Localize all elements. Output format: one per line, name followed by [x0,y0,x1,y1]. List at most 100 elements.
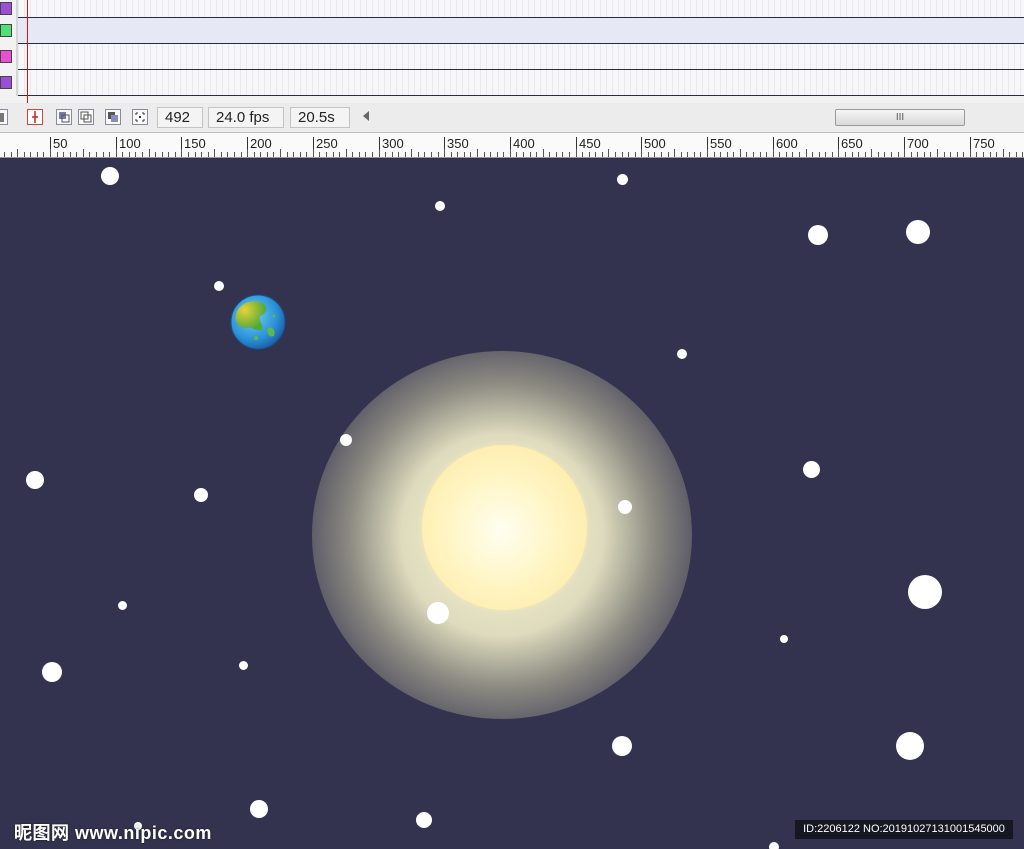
ruler-minor-tick [122,152,123,157]
ruler-label: 400 [513,136,535,151]
ruler-minor-tick [720,152,721,157]
layer-color-swatch[interactable] [0,2,12,15]
ruler-minor-tick [838,149,839,157]
sun[interactable] [422,445,587,610]
ruler-minor-tick [168,152,169,157]
ruler-minor-tick [576,149,577,157]
ruler-minor-tick [622,152,623,157]
ruler-minor-tick [319,152,320,157]
layer-frames-track[interactable] [18,0,1024,18]
ruler-minor-tick [569,152,570,157]
layer-row[interactable] [0,44,1024,70]
ruler-minor-tick [96,152,97,157]
layer-color-swatch[interactable] [0,76,12,89]
ruler-minor-tick [470,152,471,157]
star [427,602,449,624]
ruler-minor-tick [510,149,511,157]
ruler-minor-tick [648,152,649,157]
star [238,660,248,670]
ruler-minor-tick [438,152,439,157]
onion-skin-icon[interactable] [56,109,72,125]
ruler-minor-tick [1022,152,1023,157]
ruler-minor-tick [30,152,31,157]
edit-multiple-frames-icon[interactable] [105,109,121,125]
layer-color-swatch[interactable] [0,50,12,63]
ruler-minor-tick [175,152,176,157]
playhead-marker[interactable] [27,0,28,103]
ruler-minor-tick [582,152,583,157]
delete-layer-icon[interactable] [0,109,8,125]
ruler-label: 500 [644,136,666,151]
ruler-minor-tick [674,149,675,157]
layer-frames-track[interactable] [18,70,1024,96]
ruler-minor-tick [970,149,971,157]
ruler-minor-tick [247,149,248,157]
scroll-left-arrow-icon[interactable] [363,111,369,121]
ruler-minor-tick [700,152,701,157]
ruler-minor-tick [188,152,189,157]
ruler-minor-tick [484,152,485,157]
image-id-watermark: ID:2206122 NO:20191027131001545000 [795,820,1013,839]
layer-row[interactable] [0,70,1024,96]
stage-canvas[interactable] [0,158,1024,849]
ruler-minor-tick [392,152,393,157]
layer-row[interactable] [0,18,1024,44]
ruler-label: 750 [973,136,995,151]
ruler-minor-tick [806,149,807,157]
ruler-minor-tick [333,152,334,157]
ruler-minor-tick [451,152,452,157]
ruler-minor-tick [746,152,747,157]
ruler-minor-tick [852,152,853,157]
ruler-minor-tick [260,152,261,157]
ruler-minor-tick [142,152,143,157]
ruler-minor-tick [595,152,596,157]
ruler-minor-tick [162,152,163,157]
ruler-minor-tick [379,149,380,157]
horizontal-scrollbar-thumb[interactable]: III [835,109,965,126]
ruler-minor-tick [201,152,202,157]
star [769,842,779,849]
star [340,434,352,446]
ruler-minor-tick [135,152,136,157]
ruler-label: 700 [907,136,929,151]
ruler-label: 300 [382,136,404,151]
layer-row[interactable] [0,0,1024,18]
current-frame-field[interactable]: 492 [157,107,203,128]
elapsed-time-field: 20.5s [290,107,350,128]
ruler-label: 250 [316,136,338,151]
ruler-minor-tick [70,152,71,157]
ruler-minor-tick [280,149,281,157]
ruler-minor-tick [4,152,5,157]
ruler-minor-tick [944,152,945,157]
star [780,635,788,643]
layer-color-swatch[interactable] [0,24,12,37]
star [618,500,632,514]
center-frame-icon[interactable] [27,109,43,125]
layer-frames-track[interactable] [18,18,1024,44]
ruler-minor-tick [221,152,222,157]
frame-rate-field[interactable]: 24.0 fps [208,107,284,128]
onion-skin-outlines-icon[interactable] [78,109,94,125]
star [808,225,828,245]
earth-globe-icon[interactable] [230,294,286,350]
ruler-minor-tick [983,152,984,157]
ruler-minor-tick [589,152,590,157]
ruler-minor-tick [963,152,964,157]
ruler-minor-tick [753,152,754,157]
modify-onion-markers-icon[interactable] [132,109,148,125]
ruler-minor-tick [227,152,228,157]
ruler-minor-tick [385,152,386,157]
ruler-minor-tick [727,152,728,157]
ruler-minor-tick [11,152,12,157]
ruler-minor-tick [155,152,156,157]
ruler-minor-tick [306,152,307,157]
ruler-minor-tick [339,152,340,157]
layer-frames-track[interactable] [18,44,1024,70]
ruler-minor-tick [149,149,150,157]
ruler-minor-tick [635,152,636,157]
star [677,349,687,359]
ruler-minor-tick [878,152,879,157]
ruler-minor-tick [490,152,491,157]
ruler-minor-tick [83,149,84,157]
ruler-label: 450 [579,136,601,151]
